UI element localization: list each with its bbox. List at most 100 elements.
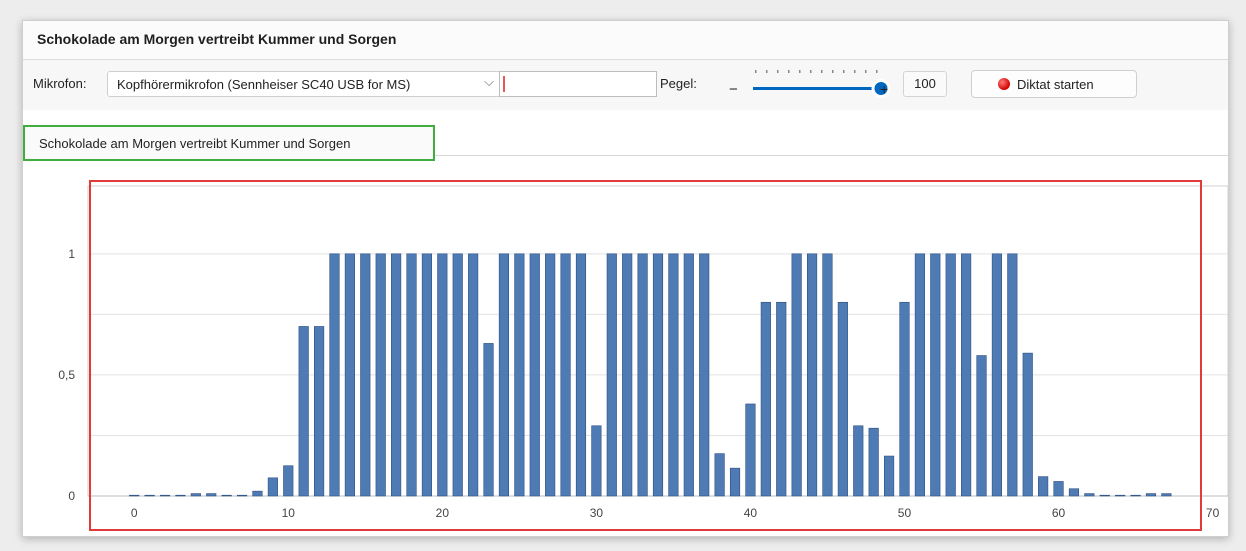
chart-bar (637, 253, 648, 497)
chart-area: 0 10 20 30 40 50 60 70 0 0,5 1 (23, 166, 1228, 536)
chart-bar (560, 253, 571, 497)
chart-bar (668, 253, 679, 497)
decrease-icon[interactable]: − (729, 81, 738, 98)
slider-track-filled (753, 87, 881, 90)
gain-slider[interactable]: − + (723, 64, 893, 104)
chart-bar (344, 253, 355, 497)
chart-bar (1068, 488, 1080, 497)
x-tick-label: 10 (282, 506, 296, 520)
chart-bar (622, 253, 633, 497)
slider-tick (777, 70, 779, 73)
start-dictation-label: Diktat starten (1017, 77, 1094, 92)
chart-bar (806, 253, 818, 497)
chart-bar (837, 301, 848, 497)
slider-tick (843, 70, 845, 73)
chart-bar (406, 253, 417, 497)
chart-bar (236, 494, 248, 497)
chart-bar (252, 490, 263, 497)
slider-tick (788, 70, 790, 73)
chart-bar (498, 253, 510, 497)
chart-bar (1145, 493, 1157, 497)
y-tick-label: 1 (68, 247, 75, 261)
title-bar: Schokolade am Morgen vertreibt Kummer un… (23, 21, 1228, 60)
slider-tick (755, 70, 757, 73)
chart-bar (729, 467, 741, 497)
toolbar: Mikrofon: Kopfhörermikrofon (Sennheiser … (23, 60, 1228, 110)
chart-bar (914, 253, 925, 497)
slider-tick (865, 70, 867, 73)
x-tick-label: 50 (898, 506, 912, 520)
y-tick-label: 0 (68, 489, 75, 503)
chart-bar (1161, 493, 1172, 497)
chart-bar (175, 494, 186, 497)
chart-bar (421, 253, 432, 497)
chart-bar (791, 253, 802, 497)
slider-tick (810, 70, 812, 73)
level-indicator (503, 76, 505, 92)
chart-bar (221, 494, 232, 497)
start-dictation-button[interactable]: Diktat starten (971, 70, 1137, 98)
chart-bar (129, 494, 140, 497)
transcript-row: Schokolade am Morgen vertreibt Kummer un… (23, 125, 1228, 161)
chart-bar (529, 253, 540, 497)
chart-bar (714, 453, 725, 497)
chart-bar (452, 253, 463, 497)
chart-bar (1022, 352, 1033, 497)
slider-tick (821, 70, 823, 73)
chart-bar (283, 465, 294, 497)
chart-bar (1038, 476, 1049, 497)
chart-bar (575, 253, 587, 497)
increase-icon[interactable]: + (880, 81, 888, 97)
window-title: Schokolade am Morgen vertreibt Kummer un… (37, 31, 397, 47)
transcript-text-box[interactable]: Schokolade am Morgen vertreibt Kummer un… (23, 125, 435, 161)
transcript-text: Schokolade am Morgen vertreibt Kummer un… (39, 136, 351, 151)
x-tick-label: 20 (436, 506, 450, 520)
chart-bar (822, 253, 833, 497)
chart-bar (930, 253, 941, 497)
x-tick-label: 60 (1052, 506, 1066, 520)
chart-bar (360, 253, 371, 497)
chart-bar (853, 425, 864, 497)
chart-bar (1115, 494, 1126, 497)
chart-bar (699, 253, 710, 497)
x-tick-label: 0 (131, 506, 138, 520)
chart-bar (945, 253, 956, 497)
dictation-window: Schokolade am Morgen vertreibt Kummer un… (22, 20, 1229, 537)
chart-bar (314, 326, 325, 497)
chart-bar (468, 253, 479, 497)
chart-bar (760, 301, 771, 497)
microphone-select-value: Kopfhörermikrofon (Sennheiser SC40 USB f… (117, 77, 411, 92)
audio-level-bar-chart: 0 10 20 30 40 50 60 70 0 0,5 1 (58, 180, 1228, 531)
chart-bar (190, 493, 201, 497)
chart-bar (976, 355, 987, 497)
chart-bar (267, 477, 278, 497)
chart-bar (652, 253, 664, 497)
chart-bar (206, 493, 217, 497)
x-tick-label: 30 (590, 506, 604, 520)
level-label: Pegel: (660, 76, 697, 91)
x-tick-label: 70 (1206, 506, 1220, 520)
chart-bar (159, 494, 171, 497)
chart-bar (1084, 493, 1095, 497)
slider-tick (799, 70, 801, 73)
chart-bar (1007, 253, 1018, 497)
chart-bar (1099, 494, 1110, 497)
slider-tick (832, 70, 834, 73)
chart-bar (683, 253, 694, 497)
microphone-select[interactable]: Kopfhörermikrofon (Sennheiser SC40 USB f… (107, 71, 505, 97)
chart-bar (868, 427, 879, 497)
gain-value: 100 (903, 71, 947, 97)
chart-bar (899, 301, 910, 497)
chevron-down-icon[interactable]: ⌵ (484, 74, 494, 90)
chart-bar (776, 301, 787, 497)
slider-tick (766, 70, 768, 73)
chart-bar (591, 425, 602, 497)
chart-bar (298, 326, 309, 497)
chart-bar (437, 253, 448, 497)
y-tick-label: 0,5 (58, 368, 75, 382)
chart-bar (991, 253, 1002, 497)
chart-bar (144, 494, 155, 497)
chart-bar (545, 253, 556, 497)
chart-bar (1053, 481, 1064, 497)
chart-bar (375, 253, 386, 497)
